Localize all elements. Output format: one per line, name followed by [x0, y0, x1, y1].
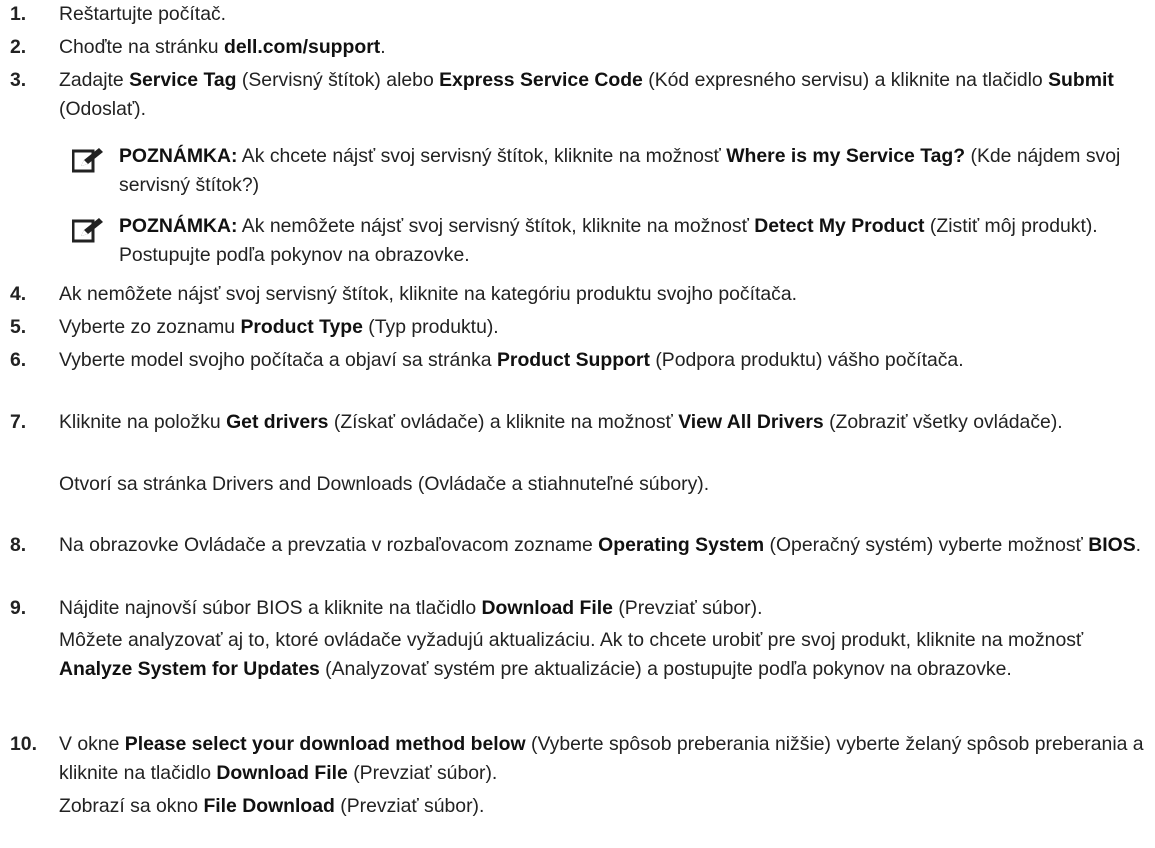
bold-term: File Download [203, 795, 335, 817]
step-text: Zadajte Service Tag (Servisný štítok) al… [59, 66, 1145, 124]
text-run: Zadajte [59, 69, 130, 91]
bold-term: Please select your download method below [124, 733, 526, 755]
step-text: Choďte na stránku dell.com/support. [59, 33, 1145, 62]
text-run: (Servisný štítok) alebo [236, 69, 440, 91]
text-run: (Prevziať súbor). [612, 597, 763, 619]
text-run: Vyberte model svojho počítača a objaví s… [59, 349, 497, 371]
text-run: Choďte na stránku [59, 36, 224, 58]
step-7-result: Otvorí sa stránka Drivers and Downloads … [59, 473, 710, 495]
bold-term: Operating System [598, 534, 765, 556]
note-label: POZNÁMKA: [119, 215, 238, 237]
text-run: . [380, 36, 386, 58]
text-run: (Prevziať súbor). [334, 795, 485, 817]
bold-term: BIOS [1088, 534, 1136, 556]
bold-term: Where is my Service Tag? [726, 145, 966, 167]
step-text: Nájdite najnovší súbor BIOS a kliknite n… [59, 594, 1145, 623]
text-run: Môžete analyzovať aj to, ktoré ovládače … [59, 629, 1084, 651]
step-number: 4. [10, 283, 27, 305]
step-5: 5. Vyberte zo zoznamu Product Type (Typ … [10, 313, 1145, 342]
text-run: . [1135, 534, 1142, 556]
step-text: Kliknite na položku Get drivers (Získať … [59, 408, 1145, 437]
note-text: POZNÁMKA: Ak chcete nájsť svoj servisný … [119, 142, 1147, 200]
text-run: Ak nemôžete nájsť svoj servisný štítok, … [237, 215, 755, 237]
text-run: (Operačný systém) vyberte možnosť [764, 534, 1089, 556]
step-6: 6. Vyberte model svojho počítača a objav… [10, 346, 1145, 375]
step-number: 7. [10, 411, 27, 433]
text-run: (Typ produktu). [362, 316, 499, 338]
step-9: 9. Nájdite najnovší súbor BIOS a kliknit… [10, 594, 1145, 623]
step-text: Vyberte zo zoznamu Product Type (Typ pro… [59, 313, 1145, 342]
text-run: (Prevziať súbor). [347, 762, 498, 784]
text-run: (Odoslať). [59, 98, 147, 120]
step-9-detail: Môžete analyzovať aj to, ktoré ovládače … [59, 626, 1145, 684]
bold-term: Product Support [496, 349, 650, 371]
text-run: Nájdite najnovší súbor BIOS a kliknite n… [59, 597, 482, 619]
step-3: 3. Zadajte Service Tag (Servisný štítok)… [10, 66, 1145, 124]
bold-term: Service Tag [129, 69, 237, 91]
step-10: 10. V okne Please select your download m… [10, 730, 1145, 788]
text-run: (Kód expresného servisu) a kliknite na t… [642, 69, 1049, 91]
step-text: Ak nemôžete nájsť svoj servisný štítok, … [59, 283, 798, 305]
bold-term: Download File [216, 762, 348, 784]
text-run: V okne [59, 733, 125, 755]
step-number: 6. [10, 349, 27, 371]
step-number: 10. [10, 733, 37, 755]
note-label: POZNÁMKA: [119, 145, 238, 167]
step-number: 3. [10, 69, 27, 91]
step-number: 1. [10, 3, 27, 25]
step-7: 7. Kliknite na položku Get drivers (Získ… [10, 408, 1145, 437]
support-link-text: dell.com/support [223, 36, 381, 58]
bold-term: Detect My Product [754, 215, 925, 237]
bold-term: View All Drivers [678, 411, 824, 433]
text-run: Zobrazí sa okno [59, 795, 204, 817]
step-number: 5. [10, 316, 27, 338]
note-2: POZNÁMKA: Ak nemôžete nájsť svoj servisn… [72, 212, 1147, 270]
step-8: 8. Na obrazovke Ovládače a prevzatia v r… [10, 531, 1145, 560]
note-pencil-icon [72, 218, 103, 243]
bold-term: Analyze System for Updates [59, 658, 320, 680]
text-run: (Analyzovať systém pre aktualizácie) a p… [319, 658, 1012, 680]
step-number: 8. [10, 534, 27, 556]
step-4: 4. Ak nemôžete nájsť svoj servisný štíto… [10, 280, 1145, 309]
step-text: Reštartujte počítač. [59, 3, 227, 25]
step-number: 2. [10, 36, 27, 58]
text-run: Na obrazovke Ovládače a prevzatia v rozb… [59, 534, 599, 556]
note-pencil-icon [72, 148, 103, 173]
step-number: 9. [10, 597, 27, 619]
text-run: (Podpora produktu) vášho počítača. [649, 349, 964, 371]
text-run: (Získať ovládače) a kliknite na možnosť [328, 411, 679, 433]
note-1: POZNÁMKA: Ak chcete nájsť svoj servisný … [72, 142, 1147, 200]
text-run: Vyberte zo zoznamu [59, 316, 241, 338]
text-run: (Zobraziť všetky ovládače). [823, 411, 1063, 433]
step-text: V okne Please select your download metho… [59, 730, 1145, 788]
step-text: Na obrazovke Ovládače a prevzatia v rozb… [59, 531, 1145, 560]
bold-term: Download File [481, 597, 613, 619]
bold-term: Get drivers [226, 411, 329, 433]
bold-term: Express Service Code [439, 69, 643, 91]
step-10-result: Zobrazí sa okno File Download (Prevziať … [59, 792, 1145, 821]
bold-term: Submit [1048, 69, 1114, 91]
step-2: 2. Choďte na stránku dell.com/support. [10, 33, 1145, 62]
note-text: POZNÁMKA: Ak nemôžete nájsť svoj servisn… [119, 212, 1147, 270]
text-run: Ak chcete nájsť svoj servisný štítok, kl… [237, 145, 727, 167]
bold-term: Product Type [240, 316, 363, 338]
step-text: Vyberte model svojho počítača a objaví s… [59, 346, 1145, 375]
text-run: Kliknite na položku [59, 411, 227, 433]
step-1: 1. Reštartujte počítač. [10, 0, 1145, 29]
